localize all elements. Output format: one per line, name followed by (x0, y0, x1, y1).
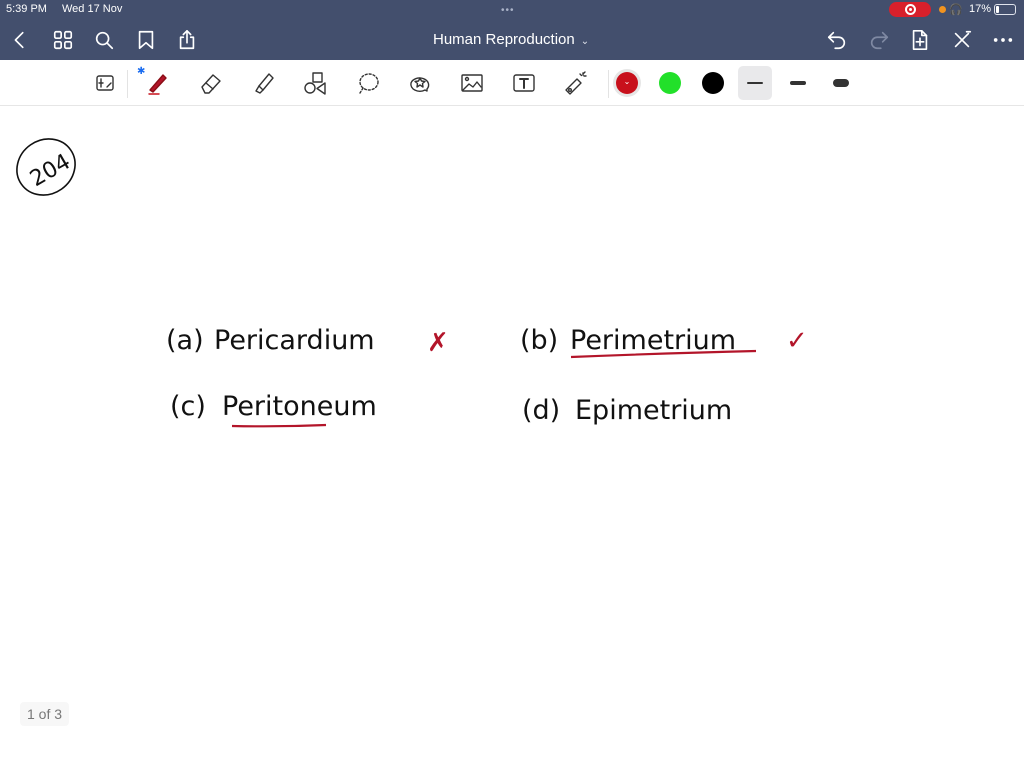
pen-icon (148, 74, 167, 95)
thumbnails-button[interactable] (51, 28, 75, 52)
more-icon (993, 38, 1013, 42)
option-b-label: (b) (520, 325, 558, 356)
undo-icon (827, 31, 846, 50)
more-button[interactable] (991, 28, 1015, 52)
question-number-badge: 204 (16, 138, 76, 196)
tool-shapes[interactable] (300, 68, 330, 98)
laser-pointer-icon (565, 71, 587, 95)
question-number: 204 (26, 149, 75, 192)
chevron-down-icon: ⌄ (580, 36, 590, 47)
thick-line-icon (833, 79, 849, 87)
add-page-icon (912, 30, 928, 50)
text-box-icon (513, 74, 535, 92)
medium-line-icon (790, 81, 806, 85)
undo-button[interactable] (825, 28, 849, 52)
lasso-icon (359, 73, 379, 94)
share-button[interactable] (175, 28, 199, 52)
tool-eraser[interactable] (196, 68, 226, 98)
thin-line-icon (747, 82, 763, 84)
bookmark-icon (138, 30, 154, 50)
color-red-swatch[interactable]: ⌄ (616, 72, 638, 94)
tool-highlighter[interactable] (248, 68, 278, 98)
elements-sticker-icon (410, 77, 430, 92)
option-c-label: (c) (170, 391, 206, 422)
add-page-button[interactable] (908, 28, 932, 52)
battery-percent: 17% (969, 3, 992, 15)
toolbar-divider (608, 70, 609, 98)
tool-elements[interactable] (405, 68, 435, 98)
tool-read-only-toggle[interactable] (90, 68, 120, 98)
multitask-dots-icon[interactable]: ••• (501, 5, 515, 16)
toolbar-divider (127, 70, 128, 98)
search-button[interactable] (92, 28, 116, 52)
read-only-toggle-icon (96, 75, 114, 91)
color-black-swatch[interactable] (702, 72, 724, 94)
mic-indicator-icon (939, 6, 946, 13)
thickness-thick-button[interactable] (824, 66, 858, 100)
chevron-left-icon (14, 31, 24, 49)
option-a-label: (a) (166, 325, 204, 356)
grid-icon (53, 30, 73, 50)
back-button[interactable] (8, 28, 32, 52)
tool-text[interactable] (509, 68, 539, 98)
color-green-swatch[interactable] (659, 72, 681, 94)
share-icon (179, 30, 195, 50)
option-a-wrong-mark: ✗ (427, 328, 449, 358)
exit-pen-mode-button[interactable] (950, 28, 974, 52)
redo-button[interactable] (867, 28, 891, 52)
headphones-icon: 🎧 (949, 4, 963, 16)
top-bar: 5:39 PM Wed 17 Nov ••• 🎧 17% Human Repro… (0, 0, 1024, 60)
document-title: Human Reproduction (433, 31, 575, 48)
shapes-icon (304, 72, 326, 95)
thickness-thin-button[interactable] (738, 66, 772, 100)
bookmark-button[interactable] (134, 28, 158, 52)
status-date: Wed 17 Nov (62, 3, 123, 15)
option-c-underline (231, 423, 327, 428)
search-icon (95, 31, 114, 50)
tool-pen[interactable] (143, 68, 173, 98)
tool-lasso[interactable] (353, 68, 383, 98)
note-canvas[interactable]: 204 (a) Pericardium ✗ (b) Perimetrium ✓ … (0, 107, 1024, 768)
image-icon (461, 74, 483, 92)
highlighter-icon (255, 73, 274, 94)
option-a-text: Pericardium (214, 325, 375, 356)
option-d-label: (d) (522, 395, 560, 426)
tool-image[interactable] (457, 68, 487, 98)
tool-laser-pointer[interactable] (561, 68, 591, 98)
option-c-text: Peritoneum (222, 391, 377, 422)
document-title-button[interactable]: Human Reproduction ⌄ (433, 31, 589, 48)
handwriting-layer: 204 (a) Pericardium ✗ (b) Perimetrium ✓ … (16, 138, 808, 428)
status-bar: 5:39 PM Wed 17 Nov ••• 🎧 17% (0, 0, 1024, 20)
nav-bar: Human Reproduction ⌄ (0, 22, 1024, 58)
drawing-toolbar: ✱ ⌄ (0, 60, 1024, 106)
battery-fill (996, 6, 1000, 13)
status-time: 5:39 PM (6, 3, 47, 15)
chevron-down-icon: ⌄ (623, 77, 631, 86)
pen-off-icon (954, 30, 972, 48)
eraser-icon (201, 74, 221, 94)
redo-icon (870, 31, 889, 50)
option-d-text: Epimetrium (575, 395, 732, 426)
screen-recording-icon[interactable] (889, 2, 931, 17)
battery-icon (994, 4, 1016, 15)
option-b-correct-mark: ✓ (786, 326, 808, 356)
thickness-medium-button[interactable] (781, 66, 815, 100)
page-counter: 1 of 3 (20, 702, 70, 726)
